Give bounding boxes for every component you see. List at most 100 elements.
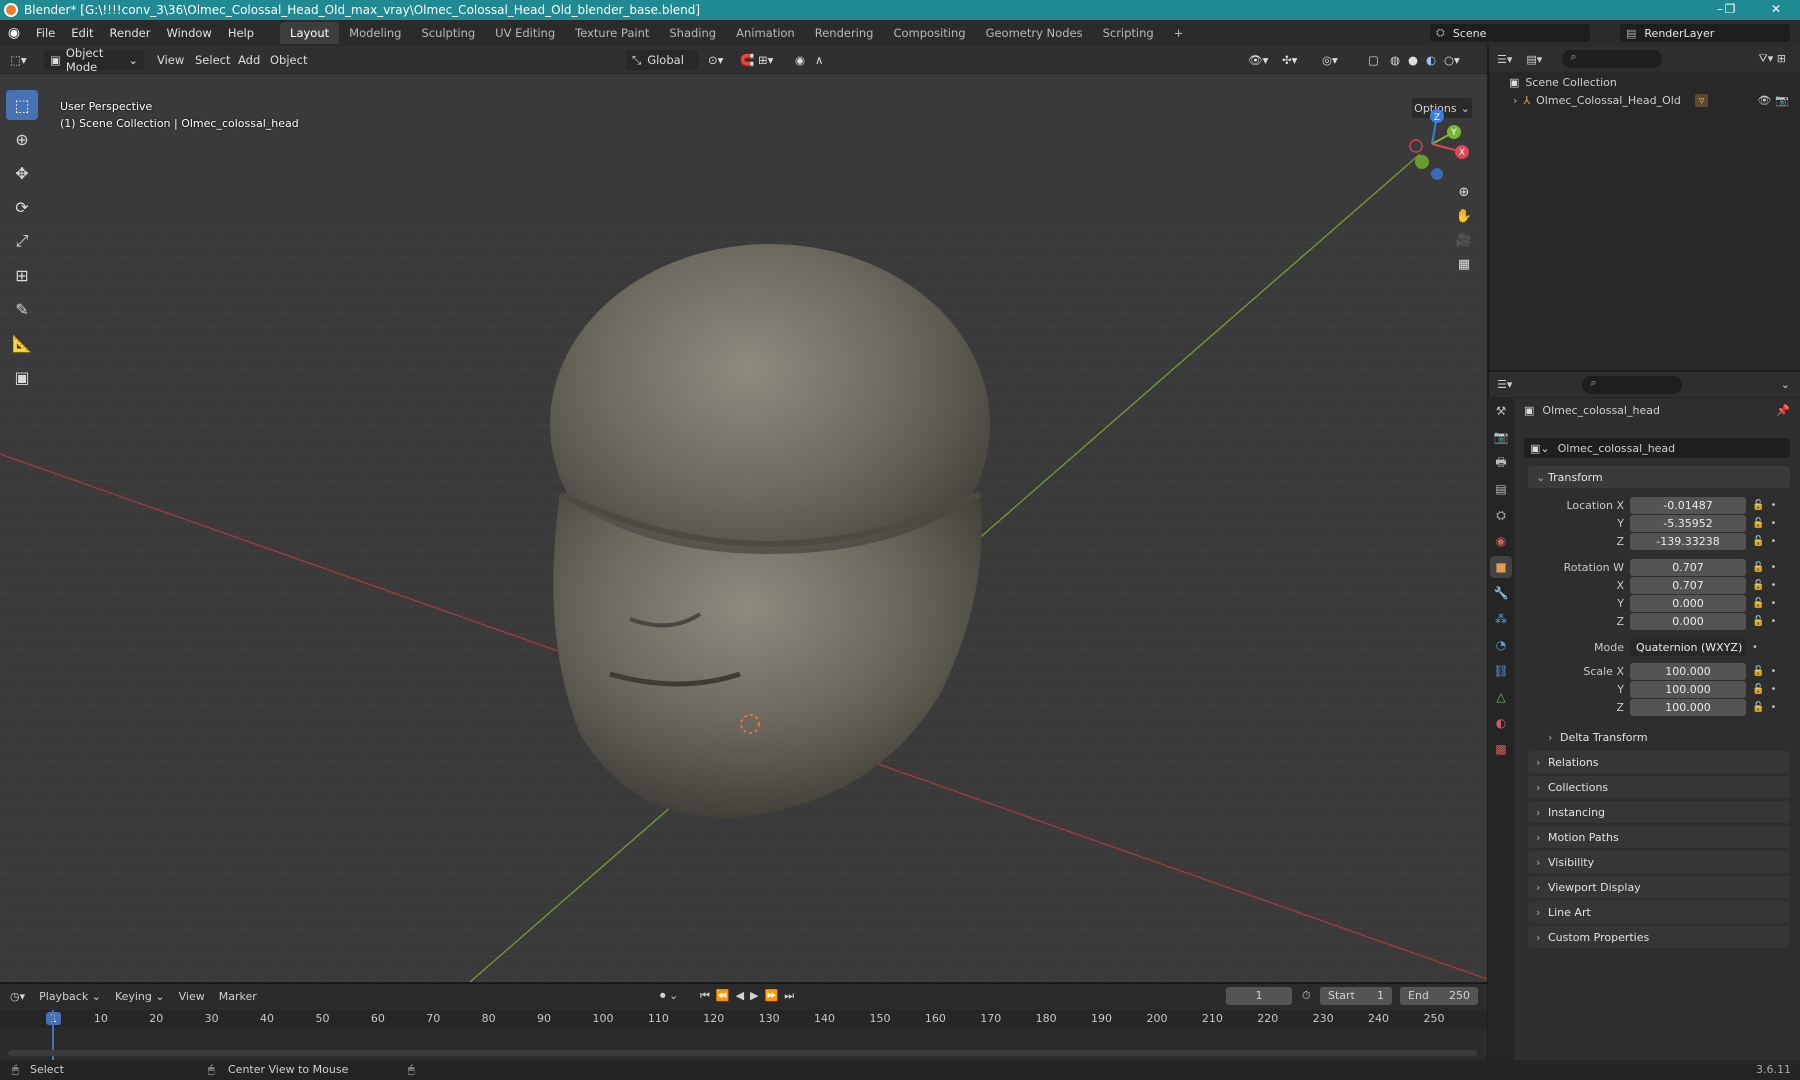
mode-dropdown[interactable]: ▣ Object Mode ⌄	[44, 46, 144, 74]
collections-panel[interactable]: › Collections	[1528, 776, 1790, 798]
zoom-icon[interactable]: ⊕	[1452, 180, 1476, 204]
menu-add[interactable]: Add	[238, 50, 260, 70]
render-tab-icon[interactable]: 📷	[1490, 426, 1512, 448]
scale-y-field[interactable]: 100.000	[1630, 680, 1746, 698]
tab-sculpting[interactable]: Sculpting	[411, 22, 485, 44]
viewport-display-panel[interactable]: › Viewport Display	[1528, 876, 1790, 898]
outliner-editor-icon[interactable]: ☰▾	[1497, 53, 1512, 66]
lock-icon[interactable]: 🔓•	[1752, 598, 1782, 609]
maximize-button[interactable]: ❐	[1710, 0, 1750, 20]
tab-layout[interactable]: Layout	[280, 22, 340, 44]
timeline-editor-icon[interactable]: ◷▾	[10, 990, 25, 1003]
close-button[interactable]: ✕	[1756, 0, 1796, 20]
menu-marker[interactable]: Marker	[219, 990, 257, 1003]
pan-hand-icon[interactable]: ✋	[1452, 204, 1476, 228]
playback-controls-icon[interactable]: ⏮⏪◀▶⏩⏭	[700, 989, 800, 1003]
annotate-tool-icon[interactable]: ✎	[6, 294, 38, 324]
editor-type-icon[interactable]: ⬚▾	[10, 50, 36, 70]
location-z-field[interactable]: -139.33238	[1630, 532, 1746, 550]
move-tool-icon[interactable]: ✥	[6, 158, 38, 188]
lock-icon[interactable]: 🔓•	[1752, 562, 1782, 573]
blender-menu-icon[interactable]: ◉	[0, 25, 28, 41]
instancing-panel[interactable]: › Instancing	[1528, 801, 1790, 823]
lock-icon[interactable]: 🔓•	[1752, 536, 1782, 547]
lock-icon[interactable]: 🔓•	[1752, 684, 1782, 695]
display-mode-icon[interactable]: ▤▾	[1526, 53, 1542, 66]
physics-tab-icon[interactable]: ◔	[1490, 634, 1512, 656]
rotation-z-field[interactable]: 0.000	[1630, 612, 1746, 630]
scene-tab-icon[interactable]: ⛭	[1490, 504, 1512, 526]
scene-selector[interactable]: ⛭ Scene	[1430, 24, 1590, 42]
3d-viewport[interactable]: User Perspective (1) Scene Collection | …	[0, 74, 1487, 982]
object-tab-icon[interactable]: ■	[1490, 556, 1512, 578]
proportional-edit-icon[interactable]: ◉	[795, 50, 805, 70]
menu-timeline-view[interactable]: View	[179, 990, 205, 1003]
menu-help[interactable]: Help	[220, 26, 262, 40]
snap-target-icon[interactable]: ⊞▾	[758, 50, 773, 70]
lock-icon[interactable]: 🔓•	[1752, 580, 1782, 591]
ortho-grid-icon[interactable]: ▦	[1452, 252, 1476, 276]
end-frame-field[interactable]: End 250	[1400, 987, 1478, 1005]
xray-icon[interactable]: ▢	[1368, 50, 1379, 70]
snap-icon[interactable]: 🧲	[740, 50, 754, 70]
modifier-tab-icon[interactable]: 🔧	[1490, 582, 1512, 604]
lock-icon[interactable]: 🔓•	[1752, 616, 1782, 627]
cursor-tool-icon[interactable]: ⊕	[6, 124, 38, 154]
falloff-icon[interactable]: ∧	[815, 50, 823, 70]
texture-tab-icon[interactable]: ▩	[1490, 738, 1512, 760]
menu-keying[interactable]: Keying ⌄	[115, 990, 165, 1003]
render-layer-selector[interactable]: ▤ RenderLayer	[1620, 24, 1790, 42]
delta-transform-subpanel[interactable]: › Delta Transform	[1540, 726, 1790, 748]
view-layer-tab-icon[interactable]: ▤	[1490, 478, 1512, 500]
wireframe-shading-icon[interactable]: ◍	[1390, 50, 1400, 70]
select-box-tool-icon[interactable]: ⬚	[6, 90, 38, 120]
pin-icon[interactable]: 📌	[1776, 404, 1790, 417]
properties-editor-icon[interactable]: ☰▾	[1497, 378, 1512, 391]
current-frame-field[interactable]: 1	[1226, 987, 1292, 1005]
gizmo-toggle-icon[interactable]: ✣▾	[1282, 50, 1297, 70]
relations-panel[interactable]: › Relations	[1528, 751, 1790, 773]
menu-playback[interactable]: Playback ⌄	[39, 990, 101, 1003]
scene-collection-row[interactable]: ▣ Scene Collection	[1509, 76, 1617, 89]
menu-file[interactable]: File	[28, 26, 63, 40]
tool-tab-icon[interactable]: ⚒	[1490, 400, 1512, 422]
menu-render[interactable]: Render	[102, 26, 159, 40]
material-shading-icon[interactable]: ◐	[1426, 50, 1436, 70]
line-art-panel[interactable]: › Line Art	[1528, 901, 1790, 923]
particles-tab-icon[interactable]: ⁂	[1490, 608, 1512, 630]
lock-icon[interactable]: 🔓•	[1752, 702, 1782, 713]
camera-render-icon[interactable]: 📷	[1775, 94, 1789, 107]
lock-icon[interactable]: 🔓•	[1752, 666, 1782, 677]
location-y-field[interactable]: -5.35952	[1630, 514, 1746, 532]
orientation-dropdown[interactable]: ⤡ Global	[626, 50, 698, 70]
camera-view-icon[interactable]: 🎥	[1452, 228, 1476, 252]
outliner-search-input[interactable]: ⌕	[1562, 50, 1663, 68]
visibility-panel[interactable]: › Visibility	[1528, 851, 1790, 873]
motion-paths-panel[interactable]: › Motion Paths	[1528, 826, 1790, 848]
record-icon[interactable]: ⏺ ⌄	[660, 989, 678, 1003]
rotation-x-field[interactable]: 0.707	[1630, 576, 1746, 594]
tab-animation[interactable]: Animation	[726, 22, 805, 44]
pivot-icon[interactable]: ⊙▾	[708, 50, 723, 70]
location-x-field[interactable]: -0.01487	[1630, 496, 1746, 514]
filter-icon[interactable]: ⛛▾ ⊞	[1759, 52, 1786, 66]
keyframe-dot-icon[interactable]: •	[1752, 642, 1764, 653]
scale-x-field[interactable]: 100.000	[1630, 662, 1746, 680]
overlay-toggle-icon[interactable]: ◎▾	[1322, 50, 1338, 70]
menu-window[interactable]: Window	[158, 26, 219, 40]
tab-rendering[interactable]: Rendering	[805, 22, 884, 44]
stopwatch-icon[interactable]: ⏱	[1302, 989, 1311, 1003]
rotation-y-field[interactable]: 0.000	[1630, 594, 1746, 612]
output-tab-icon[interactable]: 🖶	[1490, 452, 1512, 474]
lock-icon[interactable]: 🔓•	[1752, 500, 1782, 511]
add-cube-tool-icon[interactable]: ▣	[6, 362, 38, 392]
object-name-field[interactable]: ▣⌄ Olmec_colossal_head	[1524, 438, 1790, 458]
rendered-shading-icon[interactable]: ○▾	[1444, 50, 1460, 70]
menu-object[interactable]: Object	[270, 50, 307, 70]
expand-arrow-icon[interactable]: ›	[1513, 94, 1517, 107]
chevron-down-icon[interactable]: ⌄	[1781, 378, 1790, 391]
start-frame-field[interactable]: Start 1	[1320, 987, 1392, 1005]
menu-edit[interactable]: Edit	[63, 26, 101, 40]
menu-select[interactable]: Select	[195, 50, 230, 70]
custom-properties-panel[interactable]: › Custom Properties	[1528, 926, 1790, 948]
